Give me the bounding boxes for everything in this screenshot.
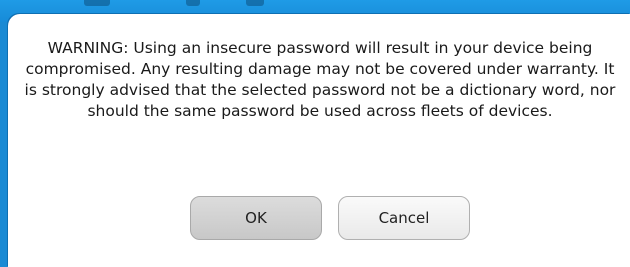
background-fragment (186, 0, 200, 6)
ok-button[interactable]: OK (190, 196, 322, 240)
background-fragment (84, 0, 110, 6)
background-fragment (246, 0, 264, 6)
cancel-button[interactable]: Cancel (338, 196, 470, 240)
warning-dialog: WARNING: Using an insecure password will… (8, 14, 630, 267)
cancel-button-label: Cancel (378, 209, 430, 227)
ok-button-label: OK (245, 209, 267, 227)
warning-message: WARNING: Using an insecure password will… (24, 39, 616, 120)
